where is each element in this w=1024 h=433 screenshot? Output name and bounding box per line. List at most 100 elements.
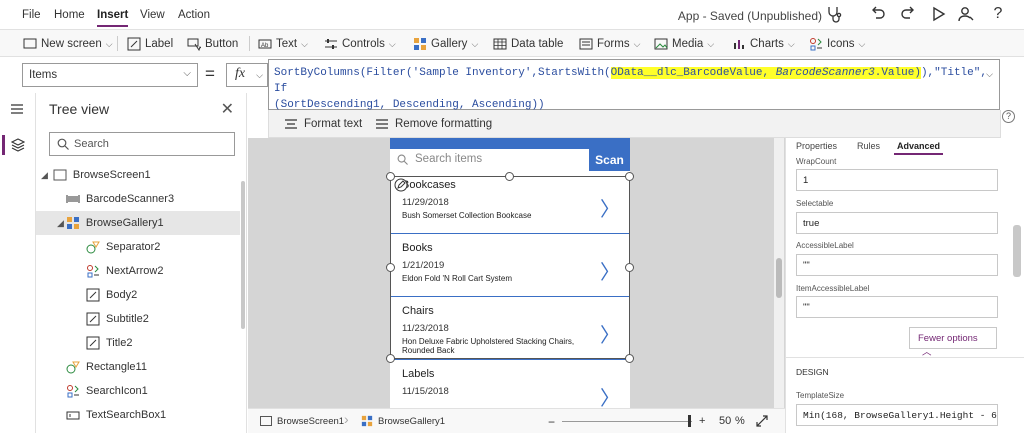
stethoscope-icon[interactable] bbox=[825, 5, 843, 23]
gallery-item[interactable]: Chairs 11/23/2018 Hon Deluxe Fabric Upho… bbox=[390, 297, 630, 360]
tree-item-separator2[interactable]: Separator2 bbox=[36, 235, 240, 259]
zoom-out-button[interactable]: − bbox=[548, 415, 555, 429]
media-button[interactable]: Media ⌵ bbox=[654, 35, 714, 53]
itemaccessiblelabel-label: ItemAccessibleLabel bbox=[796, 284, 870, 293]
resize-handle[interactable] bbox=[386, 263, 395, 272]
form-icon bbox=[579, 38, 593, 50]
accessiblelabel-input[interactable]: "" bbox=[796, 254, 998, 276]
tree-item-nextarrow2[interactable]: NextArrow2 bbox=[36, 259, 240, 283]
formula-highlight-value: .Value) bbox=[874, 67, 921, 79]
formula-highlight: OData__dlc_BarcodeValue, BarcodeScanner3… bbox=[610, 67, 921, 79]
chevron-right-icon[interactable]: 〉 bbox=[600, 256, 620, 285]
properties-scrollbar[interactable] bbox=[1013, 225, 1021, 277]
resize-handle[interactable] bbox=[386, 354, 395, 363]
label-button[interactable]: Label bbox=[127, 35, 173, 53]
canvas-scrollbar[interactable] bbox=[774, 138, 784, 408]
menu-action[interactable]: Action bbox=[178, 9, 210, 21]
tree-item-title2[interactable]: Title2 bbox=[36, 331, 240, 355]
forms-button[interactable]: Forms ⌵ bbox=[579, 35, 640, 53]
chevron-down-icon: ⌵ bbox=[388, 38, 396, 49]
barcode-icon bbox=[66, 195, 80, 203]
controls-button[interactable]: Controls ⌵ bbox=[324, 35, 396, 53]
tab-properties[interactable]: Properties bbox=[796, 141, 837, 151]
tree-item-barcodescanner3[interactable]: BarcodeScanner3 bbox=[36, 187, 240, 211]
redo-icon[interactable] bbox=[899, 5, 917, 23]
resize-handle[interactable] bbox=[625, 354, 634, 363]
tree-item-browsegallery1[interactable]: ◢ BrowseGallery1 bbox=[36, 211, 240, 235]
chevron-right-icon[interactable]: 〉 bbox=[600, 382, 620, 408]
menu-view[interactable]: View bbox=[140, 9, 165, 21]
icons-icon bbox=[810, 38, 822, 51]
zoom-slider[interactable] bbox=[562, 415, 692, 427]
chevron-down-icon: ⌵ bbox=[183, 68, 191, 79]
menu-insert[interactable]: Insert bbox=[97, 9, 129, 27]
property-dropdown[interactable]: Items ⌵ bbox=[22, 63, 198, 87]
fewer-options-button[interactable]: Fewer options ︿ bbox=[909, 327, 997, 358]
tree-item-browsescreen1[interactable]: ◢ BrowseScreen1 bbox=[36, 163, 240, 187]
icons-button[interactable]: Icons ⌵ bbox=[809, 35, 865, 53]
canvas-scrollbar-thumb[interactable] bbox=[776, 258, 782, 298]
gallery-item[interactable]: Labels 11/15/2018 〉 bbox=[390, 360, 630, 408]
close-icon[interactable]: ✕ bbox=[221, 99, 234, 119]
tab-rules[interactable]: Rules bbox=[857, 141, 880, 151]
scan-button[interactable]: Scan bbox=[589, 149, 630, 171]
resize-handle[interactable] bbox=[625, 172, 634, 181]
selectable-input[interactable]: true bbox=[796, 212, 998, 234]
edit-pencil-icon[interactable] bbox=[394, 178, 408, 192]
zoom-in-button[interactable]: + bbox=[699, 415, 705, 427]
collapse-triangle-icon[interactable]: ◢ bbox=[57, 218, 64, 229]
chevron-down-icon: ⌵ bbox=[256, 70, 263, 80]
fx-button[interactable]: fx ⌵ bbox=[226, 63, 268, 87]
left-rail bbox=[0, 93, 36, 433]
menu-home[interactable]: Home bbox=[54, 9, 85, 21]
ribbon-divider bbox=[117, 36, 118, 51]
formula-editor[interactable]: SortByColumns(Filter('Sample Inventory',… bbox=[268, 59, 1000, 111]
shape-icon bbox=[86, 241, 100, 254]
label-edit-icon bbox=[86, 336, 100, 350]
resize-handle[interactable] bbox=[505, 172, 514, 181]
menu-file[interactable]: File bbox=[22, 9, 41, 21]
format-text-button[interactable]: Format text bbox=[284, 118, 362, 130]
text-button[interactable]: Ab Text ⌵ bbox=[258, 35, 308, 53]
formula-text: SortByColumns(Filter('Sample Inventory',… bbox=[274, 67, 611, 79]
tree-search-input[interactable]: Search bbox=[49, 132, 235, 156]
data-table-button[interactable]: Data table bbox=[493, 35, 563, 53]
chevron-right-icon[interactable]: 〉 bbox=[600, 193, 620, 222]
gallery-button[interactable]: Gallery ⌵ bbox=[413, 35, 478, 53]
undo-icon[interactable] bbox=[869, 5, 887, 23]
tree-scrollbar[interactable] bbox=[241, 181, 245, 329]
gallery-item[interactable]: Books 1/21/2019 Eldon Fold 'N Roll Cart … bbox=[390, 234, 630, 297]
play-icon[interactable] bbox=[929, 5, 947, 23]
fit-to-window-icon[interactable] bbox=[756, 415, 768, 427]
collapse-triangle-icon[interactable]: ◢ bbox=[41, 170, 48, 181]
tree-item-rectangle11[interactable]: Rectangle11 bbox=[36, 355, 240, 379]
wrapcount-input[interactable]: 1 bbox=[796, 169, 998, 191]
charts-button[interactable]: Charts ⌵ bbox=[732, 35, 795, 53]
tree-item-subtitle2[interactable]: Subtitle2 bbox=[36, 307, 240, 331]
resize-handle[interactable] bbox=[625, 263, 634, 272]
chevron-right-icon[interactable]: 〉 bbox=[600, 319, 620, 348]
user-icon[interactable] bbox=[957, 5, 975, 23]
tab-advanced[interactable]: Advanced bbox=[893, 141, 944, 155]
breadcrumb-control[interactable]: BrowseGallery1 bbox=[361, 413, 445, 429]
chevron-down-icon[interactable]: ⌵ bbox=[986, 66, 993, 82]
zoom-slider-knob[interactable] bbox=[688, 415, 691, 427]
new-screen-button[interactable]: New screen ⌵ bbox=[23, 35, 113, 53]
tree-item-textsearchbox1[interactable]: TextSearchBox1 bbox=[36, 403, 240, 427]
templatesize-input[interactable]: Min(168, BrowseGallery1.Height - 60) bbox=[796, 404, 998, 426]
itemaccessiblelabel-input[interactable]: "" bbox=[796, 296, 998, 318]
hamburger-icon[interactable] bbox=[10, 103, 24, 115]
tree-item-body2[interactable]: Body2 bbox=[36, 283, 240, 307]
help-circle-icon[interactable]: ? bbox=[1002, 110, 1015, 123]
layers-icon[interactable] bbox=[11, 138, 25, 152]
chevron-down-icon: ⌵ bbox=[787, 38, 795, 49]
tree-item-searchicon1[interactable]: SearchIcon1 bbox=[36, 379, 240, 403]
sliders-icon bbox=[325, 39, 337, 49]
search-items-input[interactable]: Search items bbox=[415, 153, 482, 165]
gallery-item-date: 1/21/2019 bbox=[402, 260, 445, 271]
tree-item-label: NextArrow2 bbox=[106, 265, 164, 277]
button-button[interactable]: Button bbox=[187, 35, 238, 53]
breadcrumb-screen[interactable]: BrowseScreen1 bbox=[260, 413, 344, 429]
help-icon[interactable]: ? bbox=[989, 5, 1007, 23]
remove-formatting-button[interactable]: Remove formatting bbox=[375, 118, 492, 130]
